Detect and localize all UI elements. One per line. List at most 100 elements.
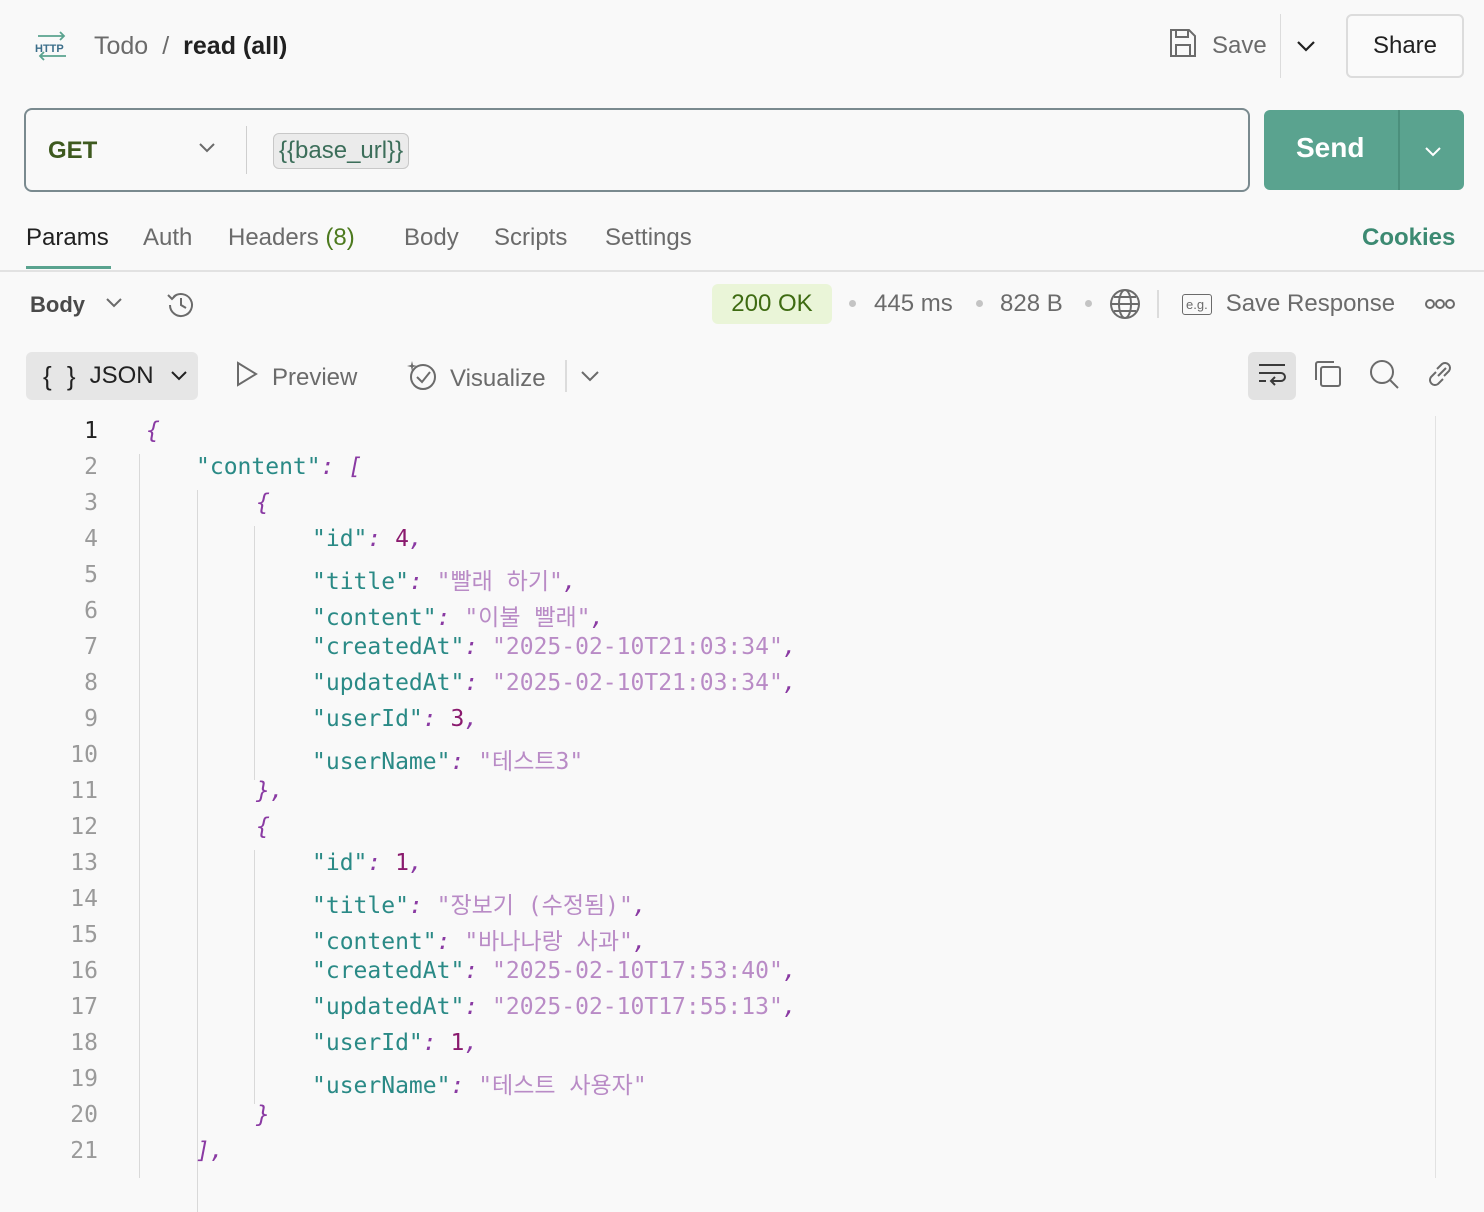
json-key: "content" (196, 454, 321, 480)
divider (565, 360, 567, 392)
search-button[interactable] (1362, 352, 1406, 400)
send-label: Send (1296, 132, 1365, 163)
tab-headers[interactable]: Headers (8) (228, 224, 355, 252)
line-number: 19 (70, 1066, 98, 1092)
format-label: JSON (89, 362, 154, 389)
json-number: 4 (395, 526, 409, 552)
code-line: { (256, 814, 270, 840)
json-key: "content" (312, 929, 437, 955)
line-number: 4 (84, 526, 98, 552)
json-key: "updatedAt" (312, 670, 465, 696)
link-button[interactable] (1418, 352, 1462, 400)
chevron-down-icon (168, 365, 190, 387)
more-options-icon[interactable] (1424, 294, 1456, 319)
line-number: 14 (70, 886, 98, 912)
send-options-chevron-icon[interactable] (1422, 138, 1444, 170)
code-line: ], (196, 1138, 224, 1164)
save-button[interactable]: Save (1168, 28, 1267, 64)
copy-icon (1312, 358, 1344, 395)
line-number: 8 (84, 670, 98, 696)
code-line: "id": 4, (312, 526, 423, 552)
indent-guide (197, 490, 198, 1212)
code-line: "id": 1, (312, 850, 423, 876)
chevron-down-icon (196, 137, 218, 166)
json-punct: : (367, 850, 396, 876)
code-line: "createdAt": "2025-02-10T17:53:40", (312, 958, 797, 984)
breadcrumb: Todo / read (all) (94, 30, 287, 62)
save-response-button[interactable]: e.g. Save Response (1182, 288, 1395, 320)
breadcrumb-collection[interactable]: Todo (94, 32, 148, 61)
line-number: 18 (70, 1030, 98, 1056)
json-punct: : (450, 749, 479, 775)
json-punct: } (256, 1102, 270, 1128)
line-number: 6 (84, 598, 98, 624)
line-number: 17 (70, 994, 98, 1020)
url-variable-chip[interactable]: {{base_url}} (273, 133, 410, 169)
request-name[interactable]: read (all) (183, 32, 287, 61)
status-badge[interactable]: 200 OK (712, 284, 832, 324)
response-time[interactable]: 445 ms (874, 290, 953, 318)
code-line: "userId": 3, (312, 706, 478, 732)
json-punct: { (256, 814, 270, 840)
indent-guide (254, 526, 255, 780)
tab-scripts[interactable]: Scripts (494, 224, 567, 252)
visualize-options-chevron-icon[interactable] (578, 365, 602, 392)
json-punct: , (590, 605, 605, 631)
wrap-lines-button[interactable] (1248, 352, 1296, 400)
line-number: 7 (84, 634, 98, 660)
cookies-link[interactable]: Cookies (1362, 224, 1455, 252)
scrollbar-track[interactable] (1435, 416, 1436, 1178)
tab-auth[interactable]: Auth (143, 224, 192, 252)
save-response-label: Save Response (1225, 290, 1396, 317)
send-button[interactable]: Send (1264, 110, 1464, 190)
json-punct: , (782, 634, 797, 660)
tab-settings[interactable]: Settings (605, 224, 692, 252)
globe-icon[interactable] (1108, 287, 1142, 326)
code-line: "updatedAt": "2025-02-10T17:55:13", (312, 994, 797, 1020)
http-icon: HTTP (34, 30, 70, 62)
divider (1398, 110, 1400, 190)
share-button[interactable]: Share (1346, 14, 1464, 78)
json-punct: , (632, 893, 647, 919)
json-punct: : (408, 893, 437, 919)
json-punct: : (436, 605, 465, 631)
visualize-button[interactable]: Visualize (404, 358, 546, 399)
code-line: "title": "빨래 하기", (312, 562, 577, 596)
method-label: GET (48, 137, 98, 164)
json-punct: : [ (320, 454, 363, 480)
method-select[interactable]: GET (48, 136, 218, 166)
breadcrumb-separator: / (162, 31, 170, 60)
save-options-chevron-icon[interactable] (1294, 34, 1318, 63)
indent-guide (254, 850, 255, 1104)
preview-button[interactable]: Preview (234, 360, 357, 395)
tab-params[interactable]: Params (26, 224, 109, 252)
json-punct: : (464, 634, 493, 660)
active-tab-indicator (26, 266, 111, 269)
visualize-icon (404, 358, 438, 399)
history-icon[interactable] (164, 288, 198, 327)
code-line: "userName": "테스트 사용자" (312, 1066, 647, 1100)
code-line: { (256, 490, 270, 516)
tab-body[interactable]: Body (404, 224, 459, 252)
code-line: } (256, 1102, 270, 1128)
json-string: "2025-02-10T21:03:34" (492, 634, 783, 660)
json-key: "title" (312, 569, 409, 595)
line-number: 16 (70, 958, 98, 984)
response-size[interactable]: 828 B (1000, 290, 1063, 318)
code-line: "userName": "테스트3" (312, 742, 583, 776)
json-punct: , (782, 670, 797, 696)
tab-headers-count: (8) (325, 224, 355, 251)
braces-icon: { } (43, 360, 80, 391)
json-key: "id" (312, 850, 368, 876)
json-key: "userId" (312, 1030, 423, 1056)
format-select[interactable]: { } JSON (26, 352, 198, 400)
copy-button[interactable] (1306, 352, 1350, 400)
response-body-select[interactable]: Body (30, 290, 125, 320)
json-string: "이불 빨래" (464, 605, 591, 631)
json-punct: , (408, 526, 423, 552)
json-punct: { (256, 490, 270, 516)
code-viewer[interactable]: 1{2 "content": [3{4 "id": 4, 5 "title": "빨래 … (0, 416, 1484, 1212)
json-key: "id" (312, 526, 368, 552)
json-key: "updatedAt" (312, 994, 465, 1020)
line-number: 5 (84, 562, 98, 588)
